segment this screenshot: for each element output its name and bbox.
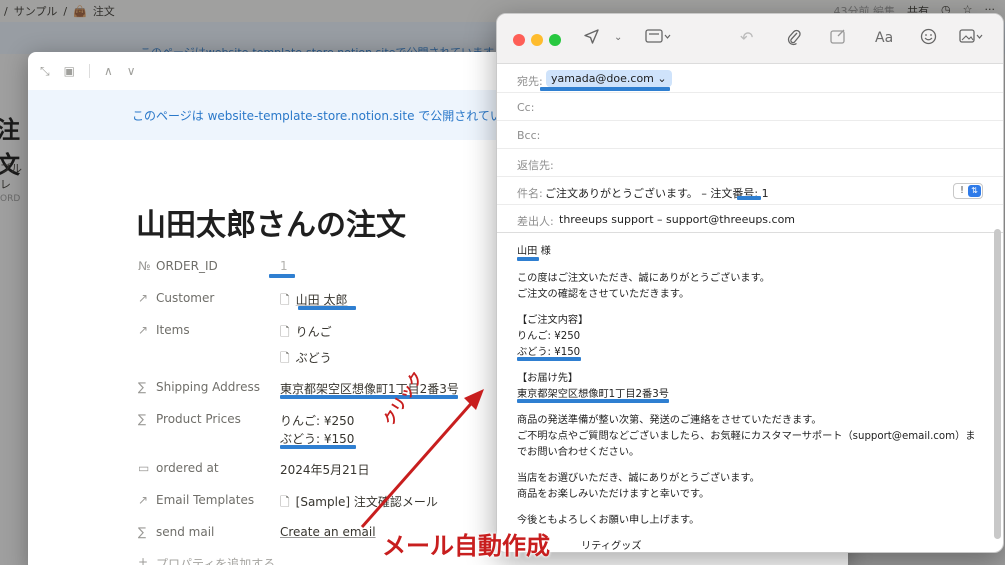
annotation-auto-mail: メール自動作成 <box>382 532 550 560</box>
annotation-arrow <box>360 389 484 528</box>
